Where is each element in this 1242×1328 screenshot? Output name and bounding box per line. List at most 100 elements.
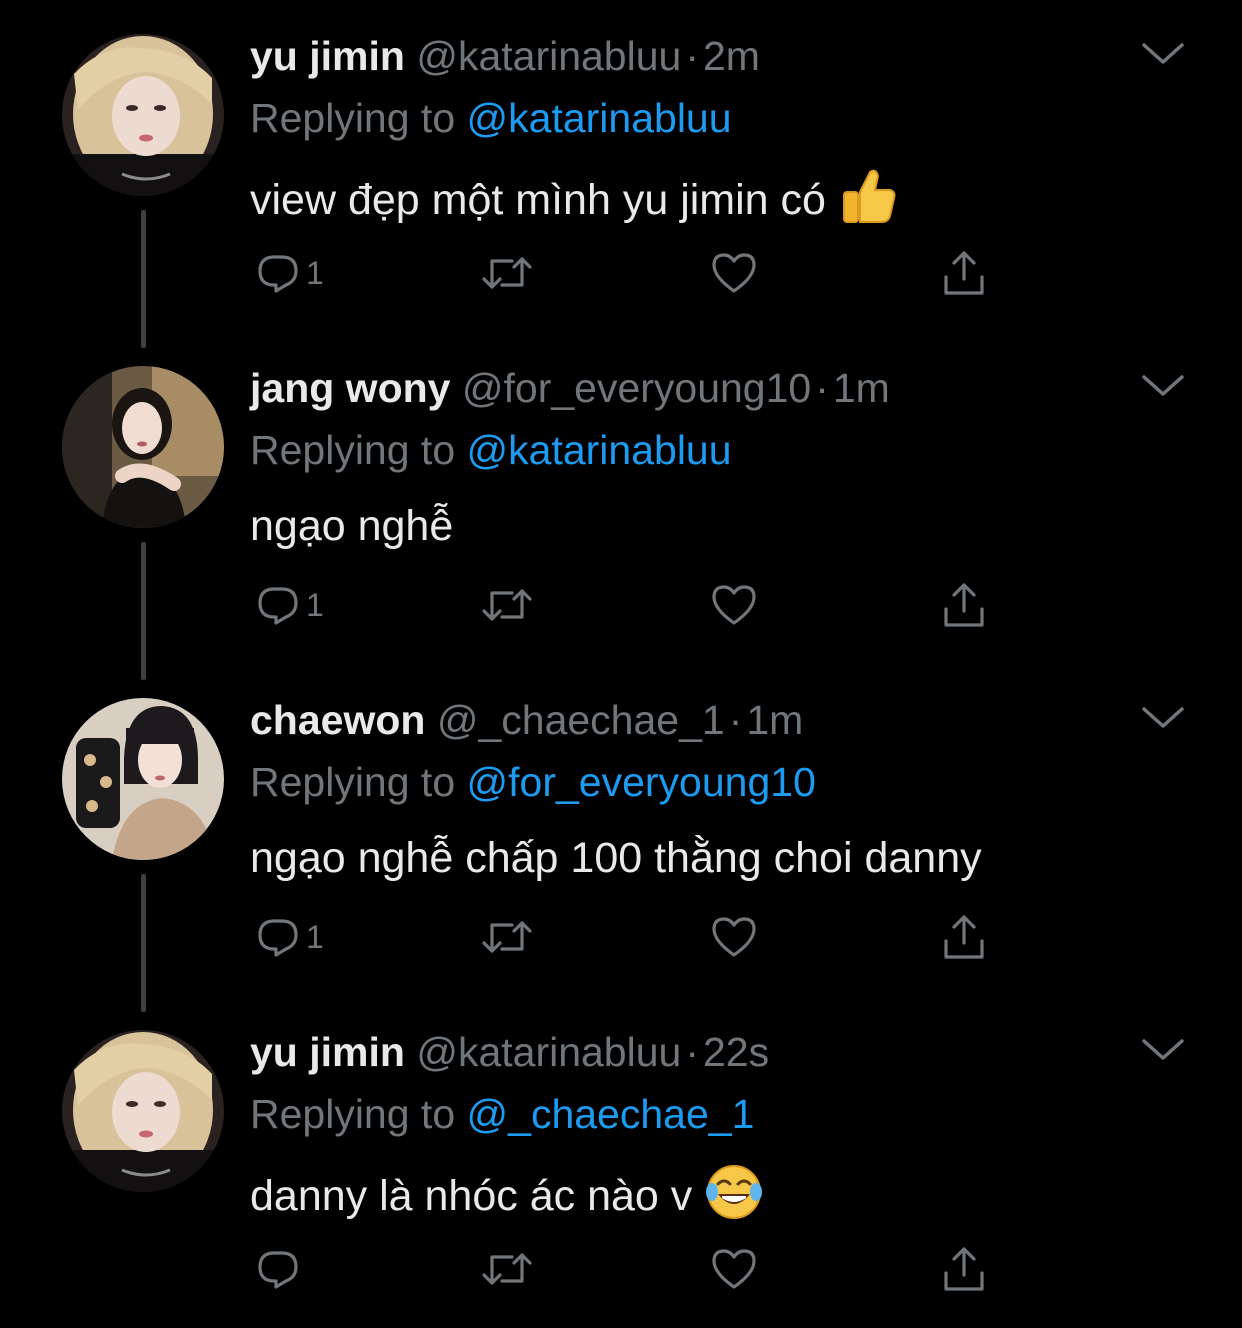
thumbs-up-emoji bbox=[842, 169, 896, 223]
chevron-down-icon[interactable] bbox=[1140, 40, 1186, 68]
separator: · bbox=[685, 1029, 699, 1075]
timestamp[interactable]: 22s bbox=[703, 1029, 769, 1075]
share-button[interactable] bbox=[940, 1244, 988, 1294]
tweet[interactable]: yu jimin @katarinabluu·2m Replying to @k… bbox=[0, 0, 1242, 348]
avatar-photo bbox=[62, 698, 224, 860]
tweet-header: chaewon @_chaechae_1·1m bbox=[250, 694, 803, 746]
replying-to: Replying to @for_everyoung10 bbox=[250, 756, 816, 808]
tweet[interactable]: jang wony @for_everyoung10·1m Replying t… bbox=[0, 332, 1242, 680]
share-icon bbox=[944, 1247, 984, 1291]
tweet-actions: 1 bbox=[250, 248, 1010, 298]
username[interactable]: @katarinabluu bbox=[416, 33, 681, 79]
reply-count: 1 bbox=[306, 255, 324, 291]
replying-to: Replying to @_chaechae_1 bbox=[250, 1088, 754, 1140]
tweet[interactable]: yu jimin @katarinabluu·22s Replying to @… bbox=[0, 996, 1242, 1328]
tweet-actions: 1 bbox=[250, 580, 1010, 630]
like-button[interactable] bbox=[710, 580, 758, 630]
replying-prefix: Replying to bbox=[250, 759, 456, 805]
tweet-actions bbox=[250, 1244, 1010, 1294]
tweet[interactable]: chaewon @_chaechae_1·1m Replying to @for… bbox=[0, 664, 1242, 1012]
tweet-text-content: view đẹp một mình yu jimin có bbox=[250, 176, 826, 224]
avatar[interactable] bbox=[62, 34, 224, 196]
mention-link[interactable]: @katarinabluu bbox=[467, 427, 732, 473]
tweet-text-content: ngạo nghễ bbox=[250, 502, 454, 550]
heart-icon bbox=[712, 253, 756, 293]
replying-to: Replying to @katarinabluu bbox=[250, 92, 732, 144]
heart-icon bbox=[712, 1249, 756, 1289]
retweet-button[interactable] bbox=[480, 1244, 534, 1294]
separator: · bbox=[685, 33, 699, 79]
chevron-down-icon[interactable] bbox=[1140, 372, 1186, 400]
share-icon bbox=[944, 915, 984, 959]
timestamp[interactable]: 1m bbox=[833, 365, 890, 411]
display-name[interactable]: jang wony bbox=[250, 365, 450, 411]
retweet-button[interactable] bbox=[480, 248, 534, 298]
like-button[interactable] bbox=[710, 248, 758, 298]
tweet-text: ngạo nghễ chấp 100 thằng choi danny bbox=[250, 830, 982, 886]
separator: · bbox=[815, 365, 829, 411]
username[interactable]: @for_everyoung10 bbox=[462, 365, 811, 411]
mention-link[interactable]: @for_everyoung10 bbox=[467, 759, 816, 805]
tweet-header: yu jimin @katarinabluu·2m bbox=[250, 30, 760, 82]
retweet-icon bbox=[482, 589, 532, 621]
chevron-down-icon[interactable] bbox=[1140, 1036, 1186, 1064]
retweet-icon bbox=[482, 1253, 532, 1285]
tweet-header: yu jimin @katarinabluu·22s bbox=[250, 1026, 769, 1078]
display-name[interactable]: yu jimin bbox=[250, 33, 405, 79]
mention-link[interactable]: @_chaechae_1 bbox=[467, 1091, 755, 1137]
username[interactable]: @katarinabluu bbox=[416, 1029, 681, 1075]
mention-link[interactable]: @katarinabluu bbox=[467, 95, 732, 141]
reply-button[interactable]: 1 bbox=[256, 912, 324, 962]
heart-icon bbox=[712, 585, 756, 625]
reply-button[interactable] bbox=[256, 1244, 306, 1294]
thread-line bbox=[141, 542, 146, 680]
separator: · bbox=[728, 697, 743, 743]
reply-count: 1 bbox=[306, 587, 324, 623]
tweet-text-content: danny là nhóc ác nào v bbox=[250, 1172, 693, 1220]
avatar-photo bbox=[62, 34, 224, 196]
chevron-down-icon[interactable] bbox=[1140, 704, 1186, 732]
like-button[interactable] bbox=[710, 1244, 758, 1294]
share-button[interactable] bbox=[940, 912, 988, 962]
timestamp[interactable]: 2m bbox=[703, 33, 760, 79]
thread-line bbox=[141, 874, 146, 1012]
reply-count: 1 bbox=[306, 919, 324, 955]
reply-button[interactable]: 1 bbox=[256, 248, 324, 298]
replying-prefix: Replying to bbox=[250, 427, 456, 473]
reply-button[interactable]: 1 bbox=[256, 580, 324, 630]
tweet-text: danny là nhóc ác nào v bbox=[250, 1162, 764, 1224]
share-button[interactable] bbox=[940, 580, 988, 630]
retweet-icon bbox=[482, 257, 532, 289]
tweet-text: view đẹp một mình yu jimin có bbox=[250, 166, 898, 228]
heart-icon bbox=[712, 917, 756, 957]
retweet-icon bbox=[482, 921, 532, 953]
display-name[interactable]: chaewon bbox=[250, 697, 425, 743]
avatar[interactable] bbox=[62, 366, 224, 528]
username[interactable]: @_chaechae_1 bbox=[437, 697, 725, 743]
share-icon bbox=[944, 251, 984, 295]
retweet-button[interactable] bbox=[480, 580, 534, 630]
thread-line bbox=[141, 210, 146, 348]
tweet-text: ngạo nghễ bbox=[250, 498, 453, 554]
tweet-actions: 1 bbox=[250, 912, 1010, 962]
face-with-tears-of-joy-emoji bbox=[706, 1165, 763, 1219]
avatar[interactable] bbox=[62, 1030, 224, 1192]
tweet-header: jang wony @for_everyoung10·1m bbox=[250, 362, 890, 414]
reply-icon bbox=[258, 587, 298, 625]
avatar-photo bbox=[62, 366, 224, 528]
share-button[interactable] bbox=[940, 248, 988, 298]
retweet-button[interactable] bbox=[480, 912, 534, 962]
reply-icon bbox=[258, 1251, 298, 1289]
like-button[interactable] bbox=[710, 912, 758, 962]
replying-prefix: Replying to bbox=[250, 95, 456, 141]
reply-icon bbox=[258, 919, 298, 957]
avatar[interactable] bbox=[62, 698, 224, 860]
timestamp[interactable]: 1m bbox=[746, 697, 803, 743]
avatar-photo bbox=[62, 1030, 224, 1192]
tweet-text-content: ngạo nghễ chấp 100 thằng choi danny bbox=[250, 834, 982, 882]
share-icon bbox=[944, 583, 984, 627]
replying-prefix: Replying to bbox=[250, 1091, 456, 1137]
reply-icon bbox=[258, 255, 298, 293]
replying-to: Replying to @katarinabluu bbox=[250, 424, 732, 476]
display-name[interactable]: yu jimin bbox=[250, 1029, 405, 1075]
